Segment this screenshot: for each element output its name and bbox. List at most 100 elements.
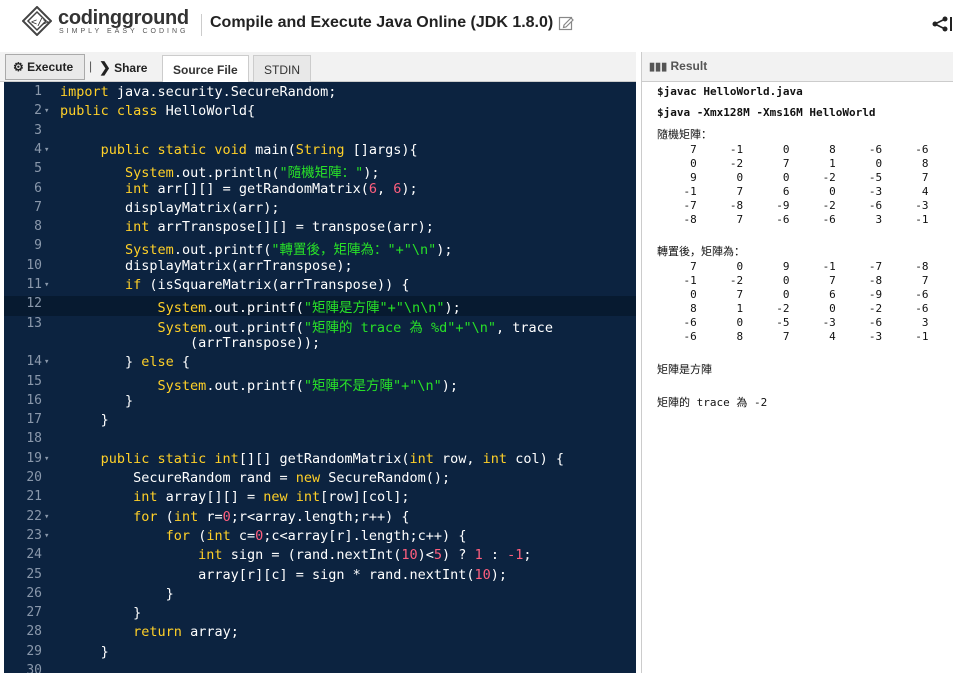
brand-name[interactable]: codingground — [58, 7, 189, 30]
code-line[interactable]: 21 int array[][] = new int[row][col]; — [4, 489, 636, 508]
code-text: System.out.printf("矩陣是方陣"+"\n\n"); — [157, 300, 461, 317]
fold-arrow-icon[interactable]: ▾ — [44, 106, 49, 116]
share-label: Share — [114, 61, 148, 75]
code-line[interactable]: 2 ▾ public class HelloWorld{ — [4, 103, 636, 122]
code-text: public static void main(String []args){ — [100, 141, 418, 158]
code-line[interactable]: (arrTranspose)); — [4, 335, 636, 354]
line-number: 18 — [26, 431, 42, 447]
line-number: 25 — [26, 566, 42, 582]
line-number: 29 — [26, 643, 42, 659]
codingground-logo-icon[interactable]: </> — [22, 6, 52, 36]
code-line[interactable]: 9 System.out.printf("轉置後，矩陣為："+"\n"); — [4, 238, 636, 258]
line-number: 7 — [34, 199, 42, 215]
code-text: public static int[][] getRandomMatrix(in… — [100, 450, 564, 467]
line-number: 8 — [34, 219, 42, 235]
code-text: int arrTranspose[][] = transpose(arr); — [125, 219, 434, 236]
code-line[interactable]: 15 System.out.printf("矩陣不是方陣"+"\n"); — [4, 374, 636, 394]
code-text: } — [60, 605, 142, 622]
code-line[interactable]: 24 int sign = (rand.nextInt(10)<5) ? 1 :… — [4, 547, 636, 566]
code-line[interactable]: 22 ▾ for (int r=0;r<array.length;r++) { — [4, 509, 636, 528]
code-line[interactable]: 12 System.out.printf("矩陣是方陣"+"\n\n"); — [4, 296, 636, 317]
header: </> codingground SIMPLY EASY CODING Comp… — [0, 0, 953, 50]
random-matrix-label: 隨機矩陣： — [657, 128, 712, 141]
share-icon[interactable] — [930, 15, 952, 33]
line-number: 24 — [26, 547, 42, 563]
trace-message: 矩陣的 trace 為 -2 — [657, 396, 768, 409]
line-number: 22 — [26, 508, 42, 524]
code-text: for (int c=0;c<array[r].length;c++) { — [165, 527, 467, 544]
header-divider — [201, 14, 202, 36]
code-line[interactable]: 3 — [4, 123, 636, 142]
line-number: 28 — [26, 624, 42, 640]
code-text: int arr[][] = getRandomMatrix(6, 6); — [125, 180, 418, 197]
edit-icon[interactable] — [558, 15, 574, 31]
fold-arrow-icon[interactable]: ▾ — [44, 512, 49, 522]
code-line[interactable]: 4 ▾ public static void main(String []args… — [4, 142, 636, 161]
code-line[interactable]: 5 System.out.println("隨機矩陣："); — [4, 161, 636, 181]
code-line[interactable]: 11 ▾ if (isSquareMatrix(arrTranspose)) { — [4, 277, 636, 296]
tab-source-file[interactable]: Source File — [162, 55, 249, 82]
code-text: } — [60, 392, 134, 409]
code-text: for (int r=0;r<array.length;r++) { — [133, 508, 410, 525]
fold-arrow-icon[interactable]: ▾ — [44, 531, 49, 541]
line-number: 19 — [26, 450, 42, 466]
code-text: } else { — [60, 354, 191, 371]
tab-stdin[interactable]: STDIN — [253, 55, 311, 82]
code-line[interactable]: 25 array[r][c] = sign * rand.nextInt(10)… — [4, 567, 636, 586]
code-text: int array[][] = new int[row][col]; — [133, 489, 410, 506]
execute-button[interactable]: ⚙ Execute — [5, 54, 85, 80]
code-text: import java.security.SecureRandom; — [60, 84, 337, 100]
code-line[interactable]: 27 } — [4, 605, 636, 624]
code-line[interactable]: 26 } — [4, 586, 636, 605]
code-line[interactable]: 8 int arrTranspose[][] = transpose(arr); — [4, 219, 636, 238]
execute-label: Execute — [27, 60, 74, 74]
code-text: public class HelloWorld{ — [60, 103, 256, 120]
code-line[interactable]: 20 SecureRandom rand = new SecureRandom(… — [4, 470, 636, 489]
code-line[interactable]: 23 ▾ for (int c=0;c<array[r].length;c++) … — [4, 528, 636, 547]
code-line[interactable]: 7 displayMatrix(arr); — [4, 200, 636, 219]
code-line[interactable]: 19 ▾ public static int[][] getRandomMatri… — [4, 451, 636, 470]
code-line[interactable]: 16 } — [4, 393, 636, 412]
line-number: 10 — [26, 257, 42, 273]
code-line[interactable]: 14 ▾ } else { — [4, 354, 636, 373]
code-text: array[r][c] = sign * rand.nextInt(10); — [60, 566, 508, 583]
code-text: } — [60, 643, 109, 660]
code-line[interactable]: 17 } — [4, 412, 636, 431]
line-number: 9 — [34, 238, 42, 254]
page-title: Compile and Execute Java Online (JDK 1.8… — [210, 14, 554, 31]
fold-arrow-icon[interactable]: ▾ — [44, 357, 49, 367]
line-number: 6 — [34, 180, 42, 196]
bar-chart-icon: ▮▮▮ — [649, 61, 668, 73]
line-number: 26 — [26, 585, 42, 601]
fold-arrow-icon[interactable]: ▾ — [44, 454, 49, 464]
line-number: 13 — [26, 315, 42, 331]
code-text: displayMatrix(arr); — [60, 199, 280, 216]
brand-tagline: SIMPLY EASY CODING — [59, 28, 189, 35]
code-line[interactable]: 1 import java.security.SecureRandom; — [4, 84, 636, 103]
compile-command: $javac HelloWorld.java — [657, 85, 803, 98]
code-editor[interactable]: 1 import java.security.SecureRandom; 2 ▾ pub… — [4, 82, 636, 673]
code-text: if (isSquareMatrix(arrTranspose)) { — [125, 277, 410, 293]
gear-icon: ⚙ — [13, 60, 24, 74]
line-number: 1 — [34, 84, 42, 99]
code-line[interactable]: 13 System.out.printf("矩陣的 trace 為 %d"+"\… — [4, 315, 636, 336]
code-line[interactable]: 6 int arr[][] = getRandomMatrix(6, 6); — [4, 181, 636, 200]
code-line[interactable]: 18 — [4, 431, 636, 450]
code-line[interactable]: 28 return array; — [4, 624, 636, 643]
line-number: 3 — [34, 122, 42, 138]
share-button[interactable]: ❯ Share — [99, 55, 147, 76]
line-number: 4 — [34, 141, 42, 157]
fold-arrow-icon[interactable]: ▾ — [44, 280, 49, 290]
line-number: 20 — [26, 470, 42, 485]
line-number: 23 — [26, 527, 42, 543]
line-number: 2 — [34, 103, 42, 119]
line-number: 30 — [26, 663, 42, 673]
code-line[interactable]: 30 — [4, 663, 636, 673]
code-text: } — [60, 585, 174, 602]
code-text: int sign = (rand.nextInt(10)<5) ? 1 : -1… — [198, 547, 532, 564]
code-text: } — [60, 412, 109, 429]
code-line[interactable]: 10 displayMatrix(arrTranspose); — [4, 258, 636, 277]
fold-arrow-icon[interactable]: ▾ — [44, 145, 49, 155]
code-line[interactable]: 29 } — [4, 644, 636, 663]
line-number: 27 — [26, 605, 42, 621]
